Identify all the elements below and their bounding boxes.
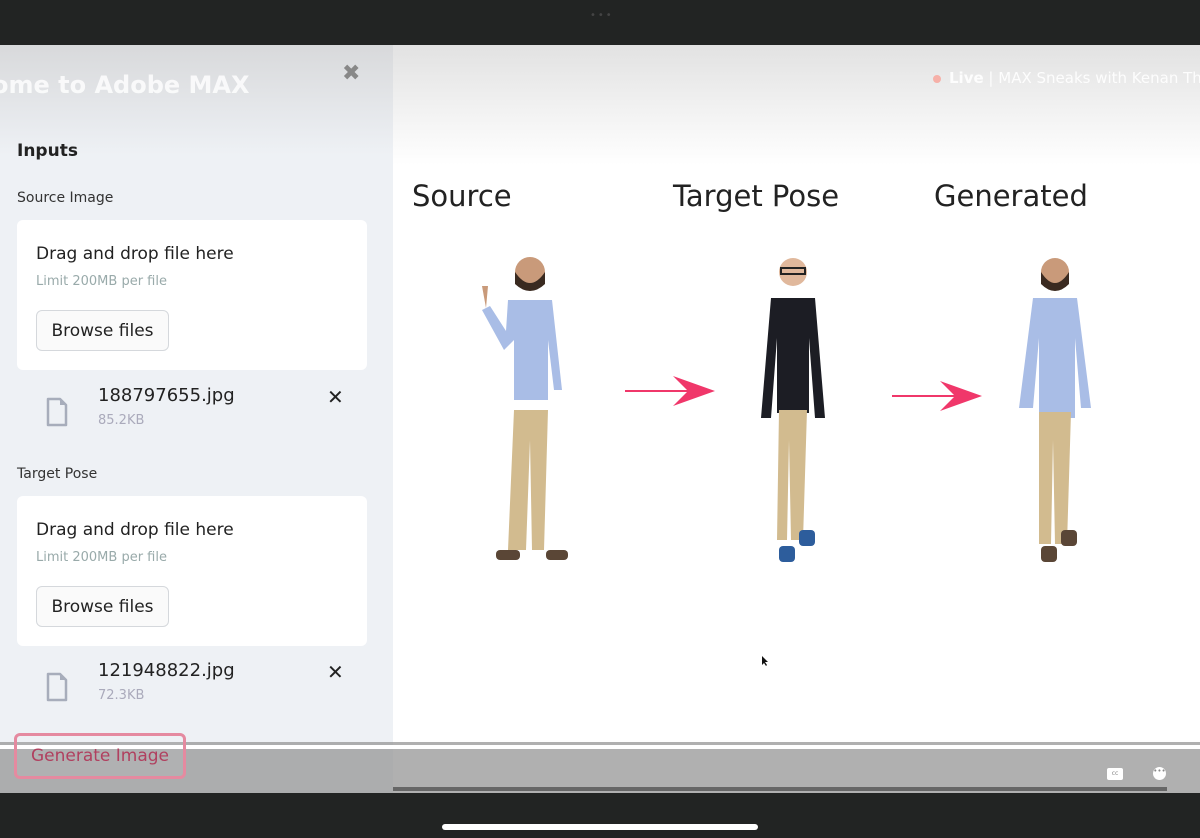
target-pose-person-image bbox=[761, 258, 825, 562]
uploaded-file: 121948822.jpg 72.3KB ✕ bbox=[17, 660, 367, 720]
dropzone-title: Drag and drop file here bbox=[36, 520, 234, 540]
remove-file-button[interactable]: ✕ bbox=[327, 385, 344, 409]
main-slide: Live | MAX Sneaks with Kenan Tho Source … bbox=[393, 45, 1200, 793]
stream-title: | MAX Sneaks with Kenan Tho bbox=[983, 69, 1200, 87]
column-title-generated: Generated bbox=[934, 179, 1088, 213]
arrow-right-icon bbox=[625, 376, 715, 406]
welcome-banner: ome to Adobe MAX bbox=[0, 71, 250, 99]
dropzone-limit: Limit 200MB per file bbox=[36, 550, 167, 565]
close-sidebar-button[interactable]: ✖ bbox=[342, 61, 360, 86]
live-label: Live bbox=[949, 69, 984, 87]
closed-captions-button[interactable]: cc bbox=[1107, 768, 1123, 780]
arrow-right-icon bbox=[892, 381, 982, 411]
source-dropzone[interactable]: Drag and drop file here Limit 200MB per … bbox=[17, 220, 367, 370]
source-image-label: Source Image bbox=[17, 190, 114, 206]
stream-header bbox=[393, 45, 1200, 165]
progress-track[interactable] bbox=[393, 787, 1167, 791]
file-size: 85.2KB bbox=[98, 413, 145, 428]
file-name: 188797655.jpg bbox=[98, 385, 235, 406]
column-title-source: Source bbox=[412, 179, 512, 213]
file-icon bbox=[46, 672, 68, 702]
more-options-button[interactable]: ••• bbox=[1153, 767, 1166, 780]
dropzone-title: Drag and drop file here bbox=[36, 244, 234, 264]
column-title-target-pose: Target Pose bbox=[673, 179, 840, 213]
window-handle: ••• bbox=[590, 10, 614, 21]
file-name: 121948822.jpg bbox=[98, 660, 235, 681]
file-size: 72.3KB bbox=[98, 688, 145, 703]
remove-file-button[interactable]: ✕ bbox=[327, 660, 344, 684]
live-title: Live | MAX Sneaks with Kenan Tho bbox=[933, 69, 1200, 87]
live-dot-icon bbox=[933, 75, 941, 83]
generate-image-button[interactable]: Generate Image bbox=[14, 733, 186, 779]
browse-files-button[interactable]: Browse files bbox=[36, 310, 169, 351]
browse-files-button[interactable]: Browse files bbox=[36, 586, 169, 627]
dropzone-limit: Limit 200MB per file bbox=[36, 274, 167, 289]
mouse-cursor-icon bbox=[762, 656, 768, 666]
sidebar: ome to Adobe MAX ✖ Inputs Source Image D… bbox=[0, 45, 393, 793]
home-indicator[interactable] bbox=[442, 824, 758, 830]
generated-person-image bbox=[1019, 258, 1091, 562]
file-icon bbox=[46, 397, 68, 427]
uploaded-file: 188797655.jpg 85.2KB ✕ bbox=[17, 385, 367, 445]
inputs-heading: Inputs bbox=[17, 141, 78, 161]
target-pose-label: Target Pose bbox=[17, 466, 98, 482]
source-person-image bbox=[482, 257, 568, 560]
target-dropzone[interactable]: Drag and drop file here Limit 200MB per … bbox=[17, 496, 367, 646]
app-screen: ome to Adobe MAX ✖ Inputs Source Image D… bbox=[0, 45, 1200, 793]
sidebar-header bbox=[0, 45, 393, 155]
